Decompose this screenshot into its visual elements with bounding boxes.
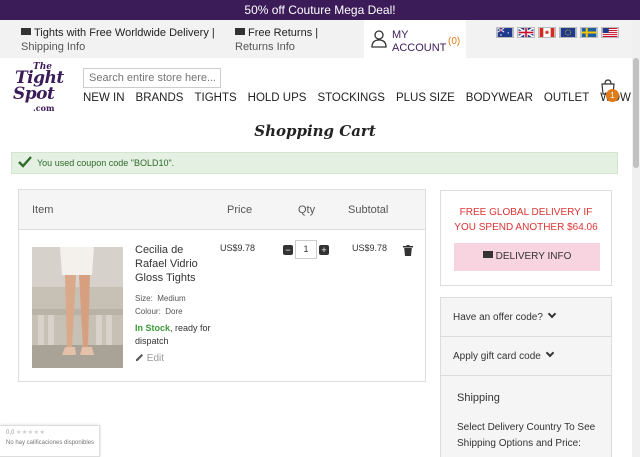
rating-widget[interactable]: 0,0 ★★★★★ No hay calificaciones disponib…	[0, 425, 100, 457]
search-input[interactable]	[83, 68, 221, 88]
delivery-lead: Tights with Free Worldwide Delivery |	[34, 27, 215, 39]
site-logo[interactable]: The Tight Spot .com	[11, 62, 73, 114]
promo-bar[interactable]: 50% off Couture Mega Deal!	[0, 0, 640, 20]
trash-icon[interactable]	[403, 245, 413, 256]
shipping-info-link[interactable]: Shipping Info	[21, 40, 215, 54]
account-label: MY ACCOUNT	[392, 29, 447, 54]
shipping-title: Shipping	[457, 392, 500, 404]
site-header: The Tight Spot .com NEW IN BRANDS TIGHTS…	[0, 58, 640, 118]
chevron-down-icon	[545, 348, 555, 358]
rating-score: 0,0	[6, 430, 15, 436]
flag-au-icon[interactable]	[496, 27, 514, 38]
delivery-info[interactable]: Tights with Free Worldwide Delivery | Sh…	[21, 26, 215, 54]
flag-eu-icon[interactable]	[559, 27, 577, 38]
shipping-description: Select Delivery Country To See Shipping …	[457, 422, 596, 449]
main-nav: NEW IN BRANDS TIGHTS HOLD UPS STOCKINGS …	[83, 92, 634, 104]
edit-item-button[interactable]: Edit	[135, 352, 164, 364]
flag-se-icon[interactable]	[580, 27, 598, 38]
item-subtotal: US$9.78	[352, 243, 388, 253]
returns-info-link[interactable]: Returns Info	[235, 40, 318, 54]
qty-increase-button[interactable]: +	[319, 245, 329, 255]
chevron-down-icon	[547, 309, 557, 319]
free-delivery-box: FREE GLOBAL DELIVERY IF YOU SPEND ANOTHE…	[440, 190, 612, 286]
truck-icon	[482, 251, 493, 258]
flag-uk-icon[interactable]	[517, 27, 535, 38]
qty-decrease-button[interactable]: −	[283, 245, 293, 255]
header-item: Item	[32, 204, 54, 216]
header-subtotal: Subtotal	[348, 204, 389, 216]
header-qty: Qty	[298, 204, 316, 216]
offer-code-toggle[interactable]: Have an offer code?	[441, 298, 611, 337]
qty-input[interactable]: 1	[295, 240, 317, 259]
product-image[interactable]	[32, 247, 123, 368]
in-stock-label: In Stock	[135, 323, 171, 333]
cart-count-badge: 1	[606, 89, 619, 102]
user-icon	[371, 30, 387, 48]
nav-item-plus-size[interactable]: PLUS SIZE	[396, 92, 455, 104]
delivery-info-button[interactable]: DELIVERY INFO	[454, 243, 600, 271]
promo-text[interactable]: 50% off Couture Mega Deal!	[244, 3, 395, 17]
free-delivery-message: FREE GLOBAL DELIVERY IF YOU SPEND ANOTHE…	[454, 207, 598, 233]
pencil-icon	[136, 354, 143, 361]
cart-side-panel: Have an offer code? Apply gift card code…	[440, 297, 612, 457]
coupon-message: You used coupon code "BOLD10".	[37, 158, 175, 168]
cart-table-header: Item Price Qty Subtotal	[19, 190, 425, 230]
rating-text: No hay calificaciones disponibles	[6, 440, 95, 446]
nav-item-stockings[interactable]: STOCKINGS	[317, 92, 385, 104]
cart-table: Item Price Qty Subtotal Cecilia de Rafae…	[18, 189, 426, 382]
truck-icon	[21, 28, 31, 35]
truck-icon	[235, 28, 245, 35]
nav-item-new-in[interactable]: NEW IN	[83, 92, 125, 104]
nav-item-bodywear[interactable]: BODYWEAR	[466, 92, 533, 104]
checkmark-icon	[18, 156, 32, 168]
product-colour: Colour: Dore	[135, 307, 183, 316]
my-account-button[interactable]: MY ACCOUNT (0)	[364, 20, 466, 58]
stock-status: In Stock, ready for dispatch	[135, 322, 225, 348]
page-title: Shopping Cart	[254, 122, 376, 140]
item-price: US$9.78	[220, 243, 256, 253]
nav-item-brands[interactable]: BRANDS	[136, 92, 184, 104]
nav-item-outlet[interactable]: OUTLET	[544, 92, 589, 104]
returns-info[interactable]: Free Returns | Returns Info	[235, 26, 318, 54]
coupon-notice: You used coupon code "BOLD10".	[11, 152, 618, 174]
flag-ca-icon[interactable]	[538, 27, 556, 38]
product-name[interactable]: Cecilia de Rafael Vidrio Gloss Tights	[135, 243, 217, 285]
product-size: Size: Medium	[135, 294, 186, 303]
info-strip: Tights with Free Worldwide Delivery | Sh…	[0, 20, 640, 58]
header-price: Price	[227, 204, 253, 216]
returns-lead: Free Returns |	[248, 27, 319, 39]
gift-card-toggle[interactable]: Apply gift card code	[441, 337, 611, 376]
account-count: (0)	[448, 36, 461, 47]
scrollbar-thumb[interactable]	[633, 58, 639, 168]
nav-item-hold-ups[interactable]: HOLD UPS	[248, 92, 307, 104]
nav-item-tights[interactable]: TIGHTS	[194, 92, 236, 104]
flag-us-icon[interactable]	[601, 27, 619, 38]
rating-stars-icon: ★★★★★	[16, 430, 46, 436]
country-flags	[496, 27, 619, 38]
